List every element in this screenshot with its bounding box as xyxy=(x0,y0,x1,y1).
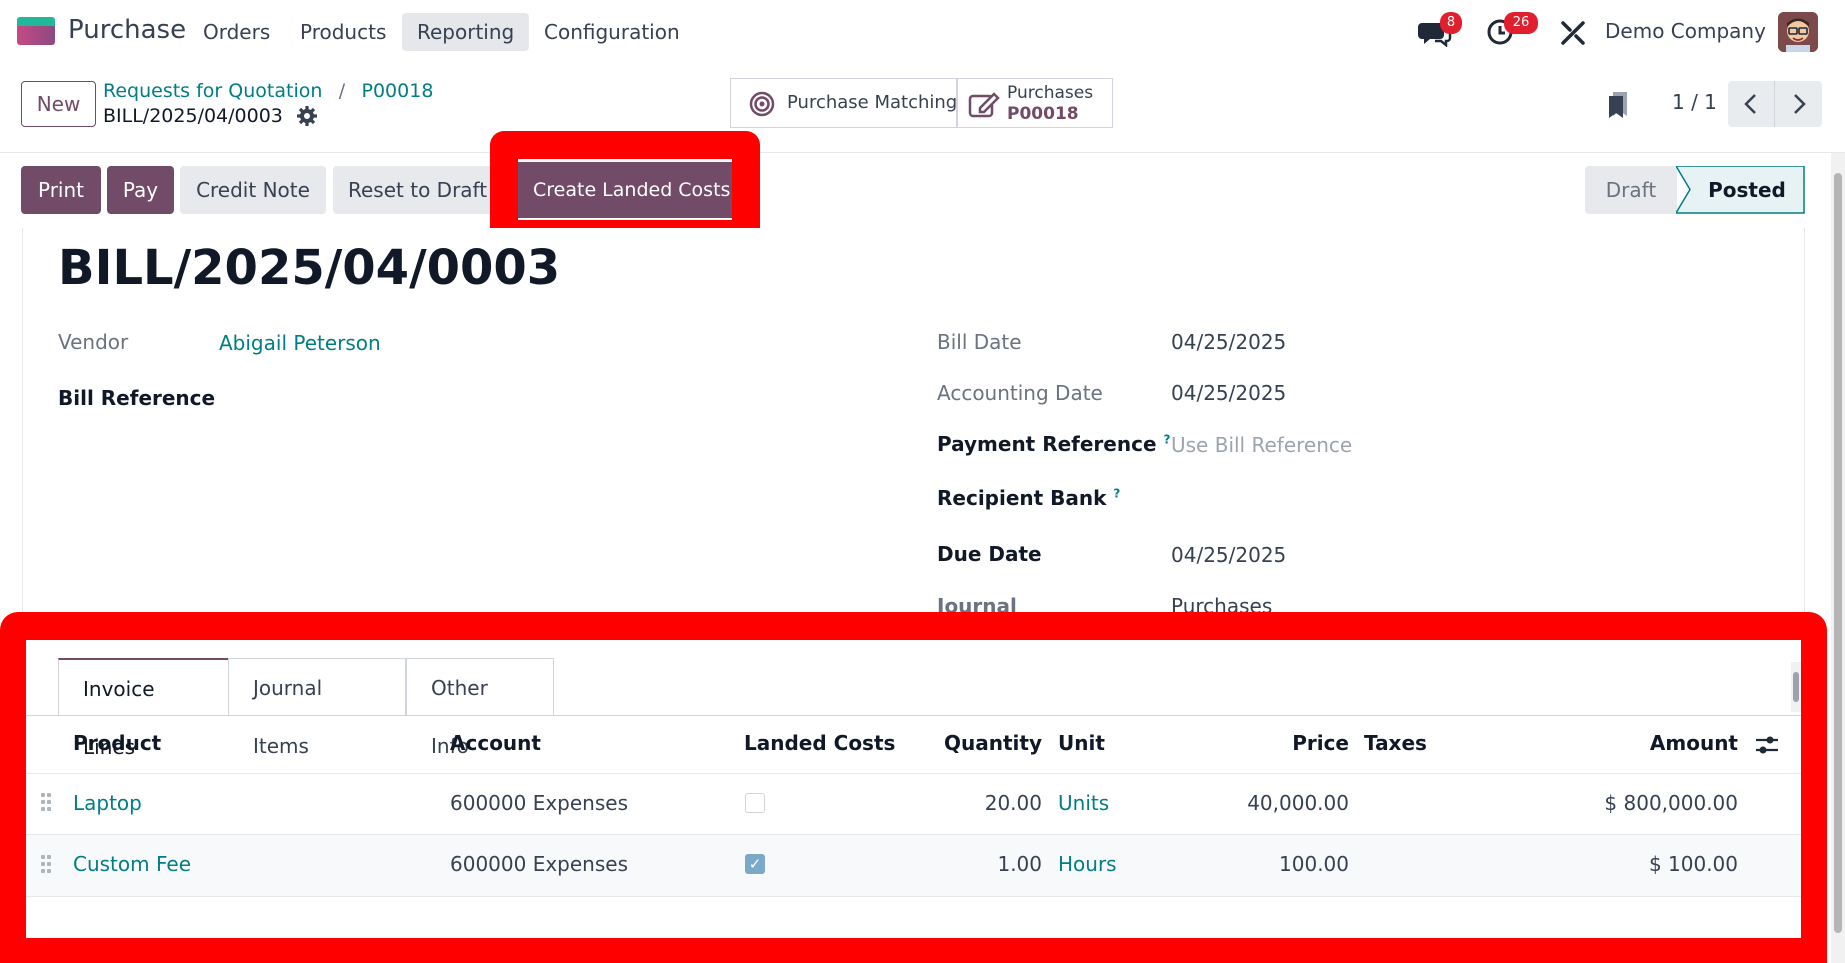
company-switcher[interactable]: Demo Company xyxy=(1605,19,1766,43)
row2-unit[interactable]: Hours xyxy=(1058,852,1117,876)
inner-scrollbar[interactable] xyxy=(1791,662,1801,712)
purchases-label: Purchases xyxy=(1007,83,1094,103)
row2-product[interactable]: Custom Fee xyxy=(73,852,191,876)
target-icon xyxy=(749,91,775,117)
col-price[interactable]: Price xyxy=(1200,731,1349,755)
recipient-bank-label: Recipient Bank ? xyxy=(937,486,1121,510)
col-account[interactable]: Account xyxy=(450,731,541,755)
reset-to-draft-button[interactable]: Reset to Draft xyxy=(333,166,493,214)
col-amount[interactable]: Amount xyxy=(1500,731,1738,755)
pager-buttons xyxy=(1728,81,1822,127)
drag-handle-icon[interactable] xyxy=(41,793,53,813)
pager-next-button[interactable] xyxy=(1775,81,1822,127)
gear-icon[interactable] xyxy=(297,106,317,126)
breadcrumb-rfq[interactable]: Requests for Quotation xyxy=(103,80,322,102)
breadcrumb-order[interactable]: P00018 xyxy=(362,80,434,102)
row1-landed-costs-checkbox[interactable] xyxy=(745,793,765,813)
col-quantity[interactable]: Quantity xyxy=(900,731,1042,755)
journal-row-clipped: Journal Purchases xyxy=(937,594,1337,612)
menu-reporting[interactable]: Reporting xyxy=(402,13,530,51)
col-unit[interactable]: Unit xyxy=(1058,731,1105,755)
page-scrollbar[interactable] xyxy=(1831,153,1845,963)
col-product[interactable]: Product xyxy=(73,731,161,755)
breadcrumb-separator: / xyxy=(338,80,346,102)
activities-badge: 26 xyxy=(1504,12,1538,34)
row2-quantity[interactable]: 1.00 xyxy=(900,852,1042,876)
row1-unit[interactable]: Units xyxy=(1058,791,1109,815)
pay-button[interactable]: Pay xyxy=(107,166,174,214)
row1-amount: $ 800,000.00 xyxy=(1604,791,1738,815)
status-draft[interactable]: Draft xyxy=(1585,166,1677,214)
tab-journal-items[interactable]: Journal Items xyxy=(228,658,406,758)
vendor-field[interactable]: Abigail Peterson xyxy=(219,331,381,355)
record-name: BILL/2025/04/0003 xyxy=(103,105,283,127)
optional-columns-sliders-icon[interactable] xyxy=(1755,734,1779,756)
tools-icon[interactable] xyxy=(1560,20,1586,46)
status-posted[interactable]: Posted xyxy=(1676,166,1806,214)
row2-price[interactable]: 100.00 xyxy=(1200,852,1349,876)
bill-date-field[interactable]: 04/25/2025 xyxy=(1171,330,1286,354)
tab-invoice-lines[interactable]: Invoice Lines xyxy=(58,658,229,759)
help-icon[interactable]: ? xyxy=(1164,432,1171,446)
payment-reference-label: Payment Reference ? xyxy=(937,432,1171,456)
breadcrumb: Requests for Quotation / P00018 xyxy=(103,78,433,102)
row2-account[interactable]: 600000 Expenses xyxy=(450,852,628,876)
purchases-smart-button[interactable]: Purchases P00018 xyxy=(957,78,1113,128)
purchase-matching-button[interactable]: Purchase Matching xyxy=(730,78,957,128)
row2-amount: $ 100.00 xyxy=(1648,852,1738,876)
due-date-field[interactable]: 04/25/2025 xyxy=(1171,543,1286,567)
new-button[interactable]: New xyxy=(21,81,96,127)
bookmark-icon[interactable] xyxy=(1607,90,1629,120)
drag-handle-icon[interactable] xyxy=(41,855,53,875)
bill-reference-label: Bill Reference xyxy=(58,386,216,410)
edit-document-icon xyxy=(968,91,1000,119)
chevron-right-icon xyxy=(1794,94,1806,114)
payment-reference-input[interactable]: Use Bill Reference xyxy=(1171,433,1352,457)
pager-value[interactable]: 1 / 1 xyxy=(1672,90,1717,114)
user-avatar[interactable] xyxy=(1778,12,1818,52)
bill-date-label: Bill Date xyxy=(937,330,1022,354)
purchase-app-icon[interactable] xyxy=(17,17,55,45)
menu-configuration[interactable]: Configuration xyxy=(529,13,695,51)
pager-previous-button[interactable] xyxy=(1728,81,1775,127)
top-navbar: Purchase Orders Products Reporting Confi… xyxy=(0,0,1845,62)
purchase-matching-label: Purchase Matching xyxy=(787,92,958,113)
tab-other-info[interactable]: Other Info xyxy=(406,658,554,758)
purchases-value: P00018 xyxy=(1007,104,1079,124)
menu-products[interactable]: Products xyxy=(285,13,401,51)
row-divider xyxy=(26,896,1801,897)
journal-label: Journal xyxy=(937,594,1017,612)
journal-field[interactable]: Purchases xyxy=(1171,594,1272,612)
row1-account[interactable]: 600000 Expenses xyxy=(450,791,628,815)
print-button[interactable]: Print xyxy=(21,166,101,214)
row1-price[interactable]: 40,000.00 xyxy=(1200,791,1349,815)
messages-badge: 8 xyxy=(1440,12,1462,34)
row1-product[interactable]: Laptop xyxy=(73,791,142,815)
credit-note-button[interactable]: Credit Note xyxy=(180,166,326,214)
accounting-date-field[interactable]: 04/25/2025 xyxy=(1171,381,1286,405)
bill-title: BILL/2025/04/0003 xyxy=(58,240,561,296)
page-scrollbar-thumb[interactable] xyxy=(1834,173,1842,933)
inner-scrollbar-thumb[interactable] xyxy=(1793,672,1799,702)
row1-quantity[interactable]: 20.00 xyxy=(900,791,1042,815)
tabs-divider xyxy=(26,715,1801,716)
menu-orders[interactable]: Orders xyxy=(188,13,285,51)
due-date-label: Due Date xyxy=(937,542,1042,566)
help-icon[interactable]: ? xyxy=(1113,486,1120,500)
row2-landed-costs-checkbox[interactable]: ✓ xyxy=(745,854,765,874)
col-landed-costs[interactable]: Landed Costs xyxy=(744,731,895,755)
control-panel-divider xyxy=(0,152,1845,153)
chevron-left-icon xyxy=(1744,94,1756,114)
vendor-label: Vendor xyxy=(58,330,129,354)
col-taxes[interactable]: Taxes xyxy=(1364,731,1427,755)
header-row-divider xyxy=(26,773,1801,774)
app-name[interactable]: Purchase xyxy=(68,15,186,45)
accounting-date-label: Accounting Date xyxy=(937,381,1103,405)
